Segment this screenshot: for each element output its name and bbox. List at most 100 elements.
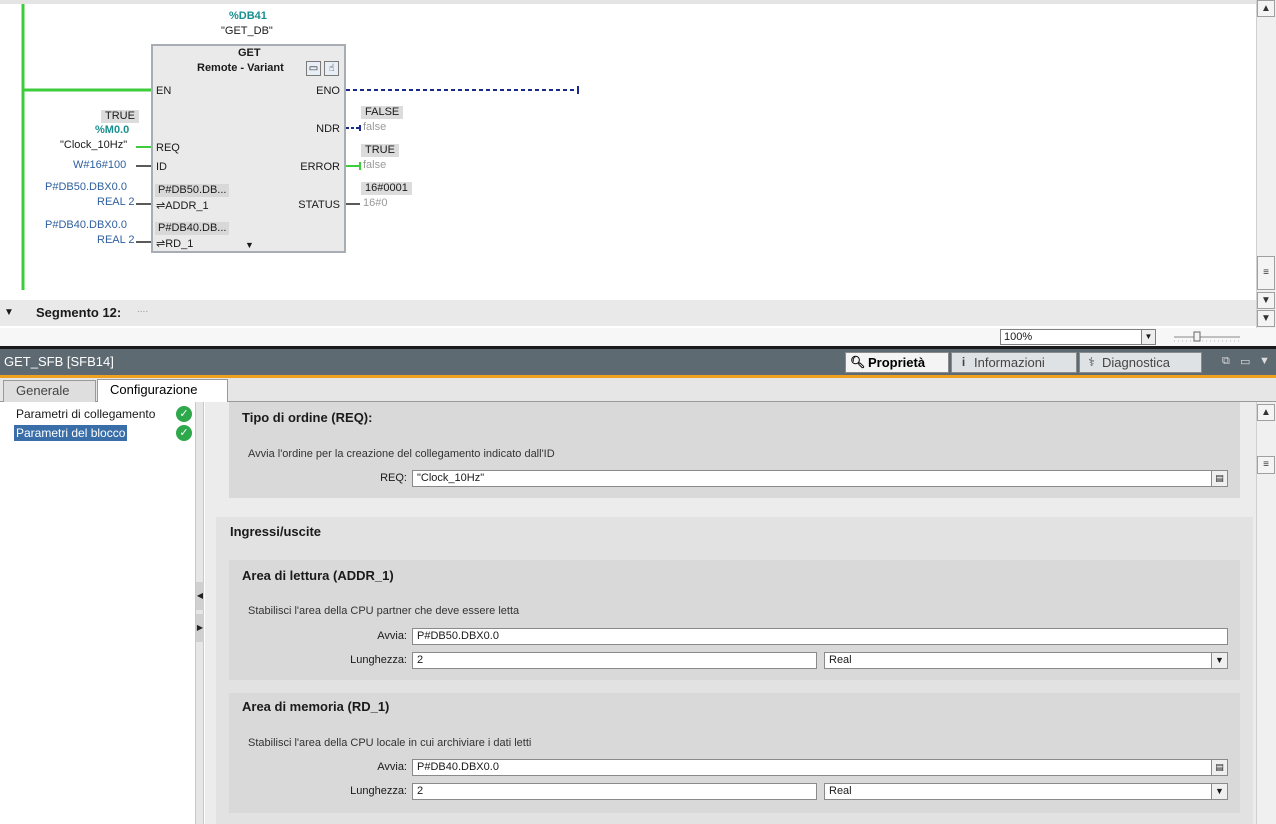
segment-collapse-icon[interactable]: ▼: [4, 307, 14, 318]
addr-operand-address[interactable]: P#DB50.DBX0.0: [45, 181, 127, 193]
status-value: 16#0: [363, 197, 388, 209]
chevron-down-icon[interactable]: ▼: [1211, 784, 1227, 799]
memory-description: Stabilisci l'area della CPU locale in cu…: [248, 737, 532, 749]
scroll-up-icon[interactable]: ▲: [1257, 0, 1275, 17]
subtabs-bar: Generale Configurazione: [0, 378, 1276, 403]
req-label: REQ:: [380, 472, 407, 484]
expand-pins-icon[interactable]: ▼: [245, 240, 254, 250]
zoom-value: 100%: [1004, 331, 1033, 343]
nav-item-connection-params[interactable]: Parametri di collegamento: [14, 406, 157, 422]
collapse-left-icon[interactable]: ◀: [196, 582, 204, 610]
read-description: Stabilisci l'area della CPU partner che …: [248, 605, 520, 617]
error-value: false: [363, 159, 387, 171]
tab-configurazione[interactable]: Configurazione: [97, 379, 228, 403]
ndr-state-box: FALSE: [361, 106, 404, 119]
get-function-block[interactable]: GET Remote - Variant ▭ ☝ EN REQ ID P#DB5…: [151, 44, 346, 253]
block-folder-icon[interactable]: ▭: [306, 61, 321, 76]
read-type-select[interactable]: Real ▼: [824, 652, 1228, 669]
tab-generale[interactable]: Generale: [3, 380, 96, 402]
nav-item-block-params[interactable]: Parametri del blocco: [12, 424, 129, 442]
status-state-box: 16#0001: [361, 182, 412, 195]
id-operand[interactable]: W#16#100: [73, 159, 126, 171]
instance-db-label[interactable]: %DB41: [229, 10, 267, 22]
inspector-vertical-scrollbar[interactable]: ▲ ≡: [1256, 402, 1276, 824]
req-state-box: TRUE: [101, 110, 139, 123]
instance-name-label[interactable]: "GET_DB": [221, 25, 273, 37]
memory-type-select[interactable]: Real ▼: [824, 783, 1228, 800]
expand-right-icon[interactable]: ▶: [196, 614, 204, 642]
pin-en: EN: [156, 85, 172, 97]
scroll-down-icon-2[interactable]: ▼: [1257, 310, 1275, 327]
tag-browse-icon[interactable]: ▤: [1211, 471, 1227, 486]
restore-icon[interactable]: ⧉: [1222, 355, 1230, 368]
pin-rd-value: P#DB40.DB...: [155, 222, 230, 235]
scroll-thumb[interactable]: ≡: [1257, 456, 1275, 474]
scroll-down-icon[interactable]: ▼: [1257, 292, 1275, 309]
req-operand-name[interactable]: "Clock_10Hz": [60, 139, 127, 151]
ladder-editor: %DB41 "GET_DB" TRUE %M0.0 "Clock_10Hz" W…: [0, 0, 1276, 346]
memory-start-label: Avvia:: [377, 761, 407, 773]
inspector-title-bar: GET_SFB [SFB14] 🔍︎ Proprietà i Informazi…: [0, 349, 1276, 375]
zoom-row: 100% ▼: [0, 328, 1276, 346]
zoom-select[interactable]: 100% ▼: [1000, 329, 1156, 345]
segment-label: Segmento 12:: [36, 305, 122, 320]
tag-browse-icon[interactable]: ▤: [1211, 760, 1227, 775]
diagnostics-icon: ⚕: [1088, 355, 1095, 369]
memory-length-input[interactable]: 2: [412, 783, 817, 800]
read-section-title: Area di lettura (ADDR_1): [242, 568, 394, 583]
tab-info[interactable]: i Informazioni: [951, 352, 1077, 373]
req-address[interactable]: %M0.0: [95, 124, 129, 136]
read-length-input[interactable]: 2: [412, 652, 817, 669]
pin-status: STATUS: [298, 199, 340, 211]
chevron-down-icon[interactable]: ▼: [1211, 653, 1227, 668]
tab-properties[interactable]: 🔍︎ Proprietà: [845, 352, 949, 373]
error-state-box: TRUE: [361, 144, 399, 157]
rd-operand-type: REAL 2: [97, 234, 135, 246]
read-length-label: Lunghezza:: [350, 654, 407, 666]
pin-id: ID: [156, 161, 167, 173]
inspector-title: GET_SFB [SFB14]: [4, 354, 114, 369]
memory-area-panel: Area di memoria (RD_1) Stabilisci l'area…: [229, 693, 1240, 813]
req-section-title: Tipo di ordine (REQ):: [242, 410, 373, 425]
segment-bar[interactable]: ▼ Segmento 12: ....: [0, 300, 1256, 326]
read-start-label: Avvia:: [377, 630, 407, 642]
config-nav: Parametri di collegamento ✓ Parametri de…: [0, 402, 196, 824]
memory-section-title: Area di memoria (RD_1): [242, 699, 390, 714]
collapse-icon[interactable]: ▼: [1259, 355, 1270, 367]
magnifier-icon: 🔍︎: [850, 355, 866, 369]
read-area-panel: Area di lettura (ADDR_1) Stabilisci l'ar…: [229, 560, 1240, 680]
req-input[interactable]: "Clock_10Hz" ▤: [412, 470, 1228, 487]
req-panel: Tipo di ordine (REQ): Avvia l'ordine per…: [229, 402, 1240, 498]
zoom-dropdown-icon[interactable]: ▼: [1141, 330, 1155, 344]
window-icon[interactable]: ▭: [1240, 355, 1250, 368]
read-start-input[interactable]: P#DB50.DBX0.0: [412, 628, 1228, 645]
pin-addr: ⇌ADDR_1: [156, 200, 209, 212]
info-icon: i: [961, 355, 966, 369]
nav-splitter[interactable]: ◀ ▶: [196, 402, 204, 824]
segment-comment[interactable]: ....: [137, 304, 148, 315]
io-panel: Ingressi/uscite Area di lettura (ADDR_1)…: [216, 517, 1253, 824]
scroll-up-icon[interactable]: ▲: [1257, 404, 1275, 421]
addr-operand-type: REAL 2: [97, 196, 135, 208]
req-description: Avvia l'ordine per la creazione del coll…: [248, 448, 555, 460]
config-content: Tipo di ordine (REQ): Avvia l'ordine per…: [205, 402, 1256, 824]
pin-rd: ⇌RD_1: [156, 238, 194, 250]
scroll-thumb[interactable]: ≡: [1257, 256, 1275, 290]
check-ok-icon: ✓: [176, 406, 192, 422]
editor-vertical-scrollbar[interactable]: ▲ ≡ ▼ ▼: [1256, 0, 1276, 328]
rd-operand-address[interactable]: P#DB40.DBX0.0: [45, 219, 127, 231]
pin-eno: ENO: [316, 85, 340, 97]
memory-length-label: Lunghezza:: [350, 785, 407, 797]
pin-ndr: NDR: [316, 123, 340, 135]
check-ok-icon: ✓: [176, 425, 192, 441]
ndr-value: false: [363, 121, 387, 133]
pin-req: REQ: [156, 142, 180, 154]
block-title: GET: [238, 47, 261, 59]
tab-diagnostics[interactable]: ⚕ Diagnostica: [1079, 352, 1202, 373]
block-hand-icon[interactable]: ☝: [324, 61, 339, 76]
zoom-slider[interactable]: [1172, 330, 1242, 344]
block-subtitle: Remote - Variant: [197, 62, 284, 74]
memory-start-input[interactable]: P#DB40.DBX0.0 ▤: [412, 759, 1228, 776]
pin-addr-value: P#DB50.DB...: [155, 184, 230, 197]
io-section-title: Ingressi/uscite: [230, 524, 322, 539]
